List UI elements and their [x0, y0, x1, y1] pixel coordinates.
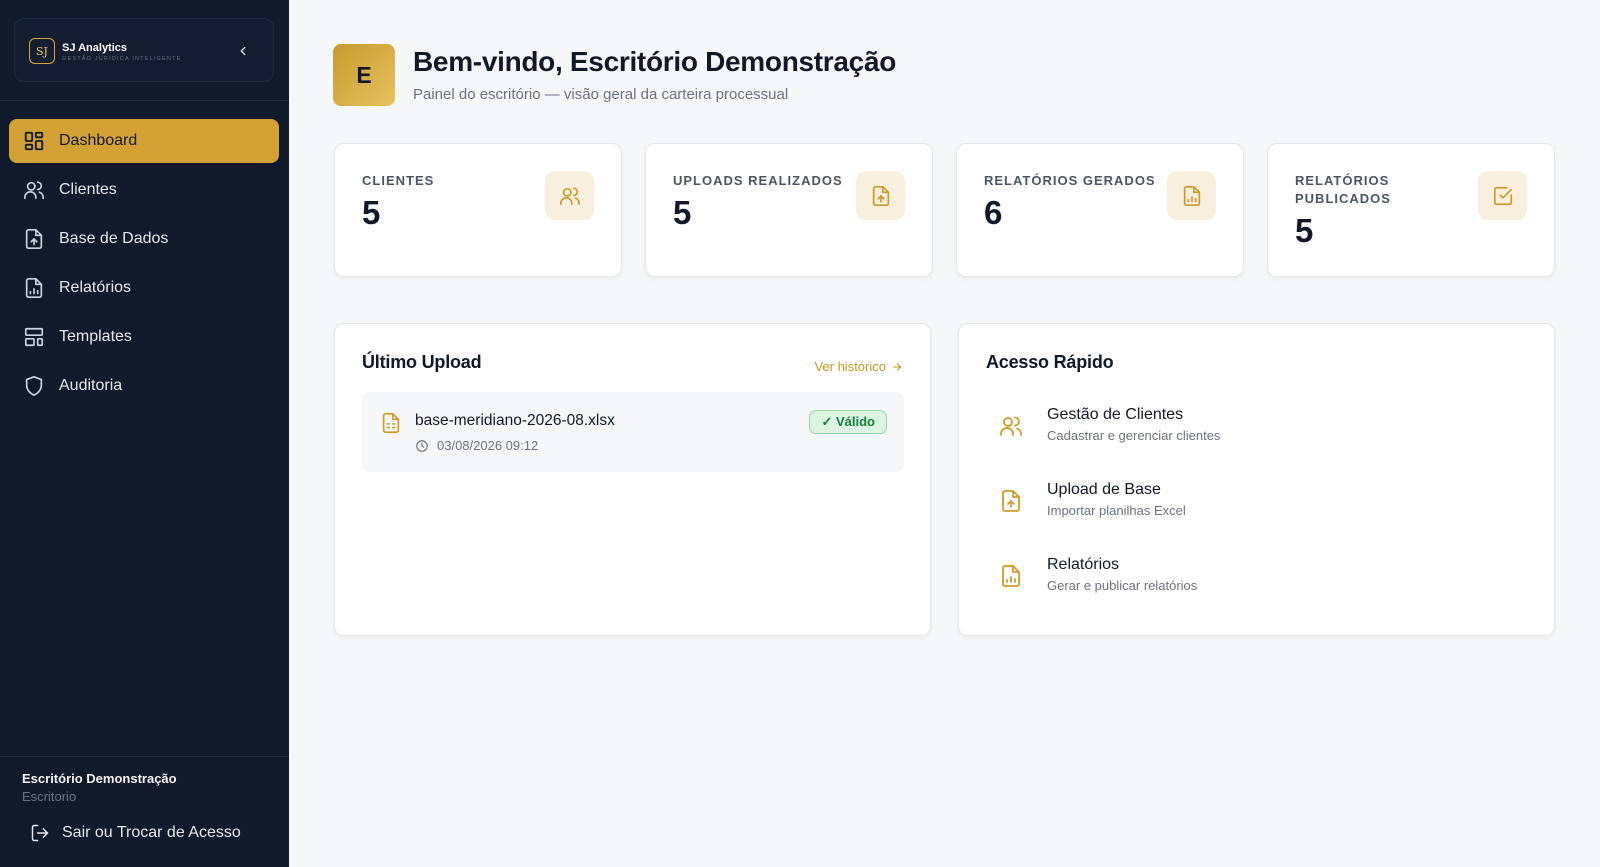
sidebar-item-label: Clientes [59, 181, 117, 198]
file-upload-icon [23, 228, 45, 250]
upload-entry[interactable]: base-meridiano-2026-08.xlsx 03/08/2026 0… [362, 392, 904, 472]
upload-date: 03/08/2026 09:12 [415, 438, 538, 453]
quick-link-clientes[interactable]: Gestão de Clientes Cadastrar e gerenciar… [999, 406, 1499, 450]
brand-name: SJ Analytics [62, 42, 128, 54]
sidebar-nav: Dashboard Clientes Base de Dados Relatór… [9, 119, 279, 413]
stat-value: 5 [1295, 212, 1314, 249]
arrow-right-icon [892, 362, 902, 371]
sidebar-item-dashboard[interactable]: Dashboard [9, 119, 279, 163]
users-icon [23, 179, 45, 201]
stat-label: CLIENTES [362, 173, 435, 188]
sidebar-item-relatorios[interactable]: Relatórios [9, 266, 279, 310]
office-avatar: E [333, 44, 395, 106]
sidebar-item-label: Base de Dados [59, 230, 169, 247]
quick-link-title: Relatórios [1047, 556, 1120, 573]
chevron-left-icon [240, 46, 246, 56]
sidebar-item-label: Templates [59, 328, 132, 345]
brand-tagline: GESTÃO JURÍDICA INTELIGENTE [62, 56, 182, 62]
view-history-label: Ver histórico [814, 359, 886, 374]
stat-label: RELATÓRIOS PUBLICADOS [1295, 173, 1391, 206]
page-title: Bem-vindo, Escritório Demonstração [413, 46, 897, 77]
sidebar-footer-divider [0, 756, 289, 757]
quick-link-desc: Importar planilhas Excel [1047, 503, 1186, 518]
stat-card-relatorios-gerados: RELATÓRIOS GERADOS 6 [956, 143, 1244, 277]
check-square-icon [1478, 171, 1527, 220]
sidebar-item-templates[interactable]: Templates [9, 315, 279, 359]
stat-label: RELATÓRIOS GERADOS [984, 173, 1156, 188]
stat-value: 6 [984, 194, 1003, 231]
clock-icon [415, 439, 429, 453]
panel-title: Acesso Rápido [986, 352, 1114, 372]
stat-card-uploads: UPLOADS REALIZADOS 5 [645, 143, 933, 277]
office-role: Escritorio [22, 789, 77, 804]
status-badge: ✓ Válido [809, 410, 887, 434]
users-icon [545, 171, 594, 220]
file-chart-icon [23, 277, 45, 299]
stat-label: UPLOADS REALIZADOS [673, 173, 843, 188]
upload-date-text: 03/08/2026 09:12 [437, 438, 539, 453]
logout-label: Sair ou Trocar de Acesso [62, 824, 241, 841]
brand-logo: SJ [29, 38, 55, 64]
quick-access-panel: Acesso Rápido Gestão de Clientes Cadastr… [958, 323, 1555, 636]
sidebar-item-label: Auditoria [59, 377, 123, 394]
file-chart-icon [1002, 565, 1020, 587]
quick-link-desc: Cadastrar e gerenciar clientes [1047, 428, 1221, 443]
logout-button[interactable]: Sair ou Trocar de Acesso [30, 823, 241, 843]
sidebar-item-base-de-dados[interactable]: Base de Dados [9, 217, 279, 261]
sidebar-item-auditoria[interactable]: Auditoria [9, 364, 279, 408]
shield-icon [23, 375, 45, 397]
sidebar-item-clientes[interactable]: Clientes [9, 168, 279, 212]
sidebar-divider [0, 100, 289, 101]
last-upload-panel: Último Upload Ver histórico base-meridia… [334, 323, 931, 636]
file-upload-icon [856, 171, 905, 220]
office-name: Escritório Demonstração [22, 771, 177, 786]
stat-value: 5 [362, 194, 381, 231]
quick-link-title: Gestão de Clientes [1047, 406, 1184, 423]
layout-icon [23, 326, 45, 348]
view-history-link[interactable]: Ver histórico [814, 359, 903, 374]
quick-link-upload[interactable]: Upload de Base Importar planilhas Excel [999, 481, 1499, 525]
sidebar: SJ SJ Analytics GESTÃO JURÍDICA INTELIGE… [0, 0, 289, 867]
upload-file-name: base-meridiano-2026-08.xlsx [415, 412, 615, 429]
quick-link-title: Upload de Base [1047, 481, 1161, 498]
stat-card-relatorios-publicados: RELATÓRIOS PUBLICADOS 5 [1267, 143, 1555, 277]
spreadsheet-file-icon [382, 413, 400, 433]
file-chart-icon [1167, 171, 1216, 220]
page-subtitle: Painel do escritório — visão geral da ca… [413, 86, 789, 103]
file-upload-icon [1002, 490, 1020, 512]
quick-link-desc: Gerar e publicar relatórios [1047, 578, 1198, 593]
collapse-sidebar-button[interactable] [233, 41, 253, 61]
sidebar-item-label: Relatórios [59, 279, 132, 296]
stat-card-clientes: CLIENTES 5 [334, 143, 622, 277]
panel-title: Último Upload [362, 352, 482, 372]
stat-value: 5 [673, 194, 692, 231]
brand-box: SJ SJ Analytics GESTÃO JURÍDICA INTELIGE… [14, 18, 274, 82]
dashboard-icon [23, 130, 45, 152]
quick-link-relatorios[interactable]: Relatórios Gerar e publicar relatórios [999, 556, 1499, 600]
users-icon [1000, 416, 1022, 436]
logout-icon [30, 823, 50, 843]
sidebar-item-label: Dashboard [59, 132, 138, 149]
